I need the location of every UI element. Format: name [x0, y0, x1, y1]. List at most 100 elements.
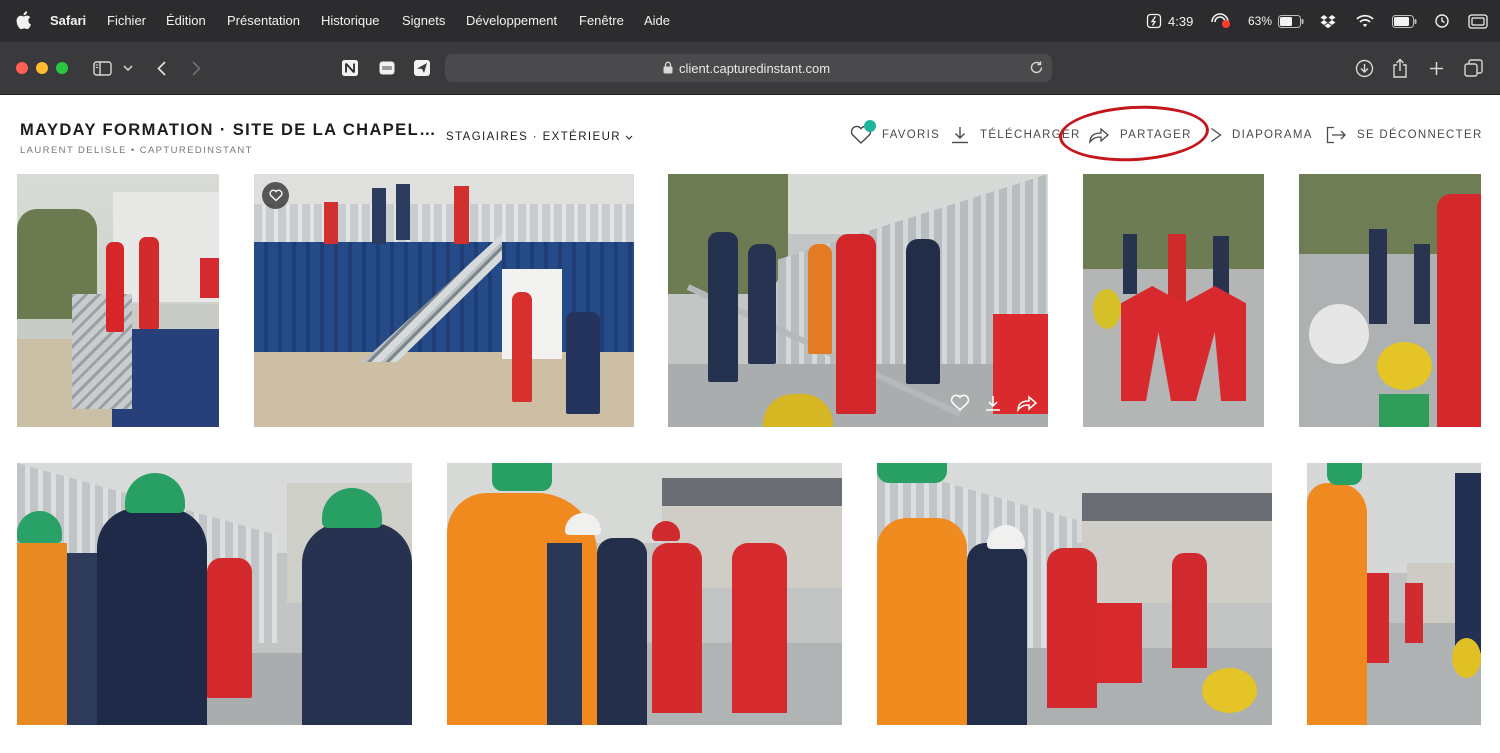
wifi-status[interactable] — [1356, 12, 1374, 30]
sidebar-toggle-icon[interactable] — [92, 57, 112, 79]
gallery-photo[interactable] — [254, 174, 634, 427]
gallery-photo[interactable] — [1299, 174, 1481, 427]
photo-person-navy — [1455, 473, 1481, 653]
menu-fenetre[interactable]: Fenêtre — [579, 13, 624, 28]
photo-person-navy — [97, 508, 207, 725]
apple-logo-icon[interactable] — [16, 11, 31, 29]
heart-icon[interactable] — [950, 394, 970, 417]
focus-timer-icon — [1146, 13, 1162, 29]
chevron-down-icon — [625, 135, 633, 140]
photo-person-navy — [372, 188, 386, 244]
gallery-photo[interactable] — [447, 463, 842, 725]
menu-app-safari[interactable]: Safari — [50, 13, 86, 28]
album-selector[interactable]: STAGIAIRES · EXTÉRIEUR — [446, 131, 633, 143]
album-selector-label: STAGIAIRES · EXTÉRIEUR — [446, 131, 621, 143]
gallery-title: MAYDAY FORMATION · SITE DE LA CHAPEL… — [20, 121, 437, 139]
gallery-photo[interactable] — [17, 174, 219, 427]
downloads-icon[interactable] — [1354, 57, 1374, 79]
close-window-button[interactable] — [16, 62, 28, 74]
menu-developpement[interactable]: Développement — [466, 13, 557, 28]
photo-person-navy — [396, 184, 410, 240]
tab-overview-icon[interactable] — [1463, 57, 1483, 79]
address-bar[interactable]: client.capturedinstant.com — [445, 54, 1052, 82]
photo-person-orange — [808, 244, 832, 354]
share-arrow-icon[interactable] — [1016, 394, 1038, 417]
logout-button[interactable]: SE DÉCONNECTER — [1326, 124, 1483, 146]
battery-2-status[interactable] — [1392, 12, 1417, 30]
dropbox-icon — [1320, 15, 1336, 29]
photo-helmet-white — [1309, 304, 1369, 364]
notion-extension-icon[interactable] — [341, 57, 359, 79]
battery-status[interactable]: 63% — [1248, 12, 1304, 30]
photo-person-red — [1367, 573, 1389, 663]
forward-icon[interactable] — [189, 57, 203, 79]
photo-person-red — [139, 237, 159, 329]
logout-label: SE DÉCONNECTER — [1357, 129, 1483, 141]
minimize-window-button[interactable] — [36, 62, 48, 74]
photo-person-red — [1168, 234, 1186, 304]
photo-person-red — [207, 558, 252, 698]
photo-barrier-red — [200, 258, 219, 298]
photo-roof — [662, 478, 842, 506]
photo-person-navy — [748, 244, 776, 364]
slideshow-button[interactable]: DIAPORAMA — [1210, 124, 1313, 146]
play-icon — [1211, 127, 1222, 143]
favorites-label: FAVORIS — [882, 129, 941, 141]
photo-person-navy — [302, 523, 412, 725]
menu-signets[interactable]: Signets — [402, 13, 445, 28]
photo-person-red — [1405, 583, 1423, 643]
photo-barrier-red — [1097, 603, 1142, 683]
url-text: client.capturedinstant.com — [679, 61, 831, 76]
photo-person-red — [652, 543, 702, 713]
chevron-down-icon[interactable] — [122, 57, 134, 79]
slideshow-label: DIAPORAMA — [1232, 129, 1313, 141]
menu-presentation[interactable]: Présentation — [227, 13, 300, 28]
gallery-photo[interactable] — [1307, 463, 1481, 725]
back-icon[interactable] — [154, 57, 168, 79]
clock-status[interactable]: 4:39 — [1146, 12, 1193, 30]
wifi-icon — [1356, 14, 1374, 27]
gallery-photo[interactable] — [1083, 174, 1264, 427]
photo-helmet-green — [877, 463, 947, 483]
photo-person-red — [1437, 194, 1481, 427]
photo-person-navy — [566, 312, 600, 414]
photo-cable-reel — [1202, 668, 1257, 713]
photo-person-red — [1047, 548, 1097, 708]
photo-person-red — [1172, 553, 1207, 668]
photo-person-orange — [877, 518, 967, 725]
recording-status[interactable] — [1210, 12, 1232, 30]
control-center-icon — [1468, 13, 1488, 29]
photo-cable-reel — [1093, 289, 1121, 329]
photo-person-red — [732, 543, 787, 713]
photo-helmet-red — [652, 521, 680, 541]
photo-person-navy — [1369, 229, 1387, 324]
extension-status[interactable] — [1320, 12, 1336, 30]
gallery-subtitle: LAURENT DELISLE • CAPTUREDINSTANT — [20, 145, 253, 156]
gallery-photo[interactable] — [17, 463, 412, 725]
new-tab-icon[interactable] — [1427, 57, 1445, 79]
share-highlight-annotation — [1057, 102, 1211, 165]
gallery-photo[interactable] — [877, 463, 1272, 725]
menu-fichier[interactable]: Fichier — [107, 13, 146, 28]
share-icon[interactable] — [1391, 57, 1409, 79]
photo-person-red — [836, 234, 876, 414]
download-icon — [952, 127, 968, 144]
control-center-status[interactable] — [1468, 12, 1488, 30]
menu-aide[interactable]: Aide — [644, 13, 670, 28]
photo-hover-actions — [950, 394, 1038, 417]
photo-person-red — [512, 292, 532, 402]
favorites-count-badge — [864, 120, 876, 132]
zoom-window-button[interactable] — [56, 62, 68, 74]
extension-badge-icon[interactable] — [378, 57, 396, 79]
reload-icon[interactable] — [1029, 60, 1044, 75]
clock-time: 4:39 — [1168, 13, 1194, 29]
timemachine-status[interactable] — [1434, 12, 1450, 30]
send-extension-icon[interactable] — [413, 57, 431, 79]
photo-favorite-badge[interactable] — [262, 182, 289, 209]
menu-historique[interactable]: Historique — [321, 13, 380, 28]
download-icon[interactable] — [984, 394, 1002, 417]
menu-edition[interactable]: Édition — [166, 13, 206, 28]
record-indicator-icon — [1211, 13, 1230, 28]
gallery-photo[interactable] — [668, 174, 1048, 427]
photo-clipboard — [1379, 394, 1429, 427]
